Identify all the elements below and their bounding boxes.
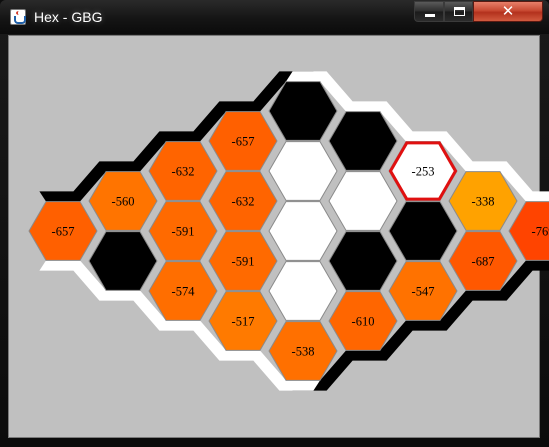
hex-cell-black-stone: [328, 231, 398, 291]
hex-cell-value: -769: [532, 225, 549, 239]
hex-cell-value: -538: [292, 345, 315, 359]
hex-cell-value: -574: [172, 285, 196, 299]
hex-cell-value: -560: [112, 195, 135, 209]
hex-cell-value: -547: [412, 285, 435, 299]
app-window: Hex - GBG ✕ -657 -560 -632 -657 -591 -632 -574…: [0, 0, 549, 447]
hex-cell-value: -338: [472, 195, 495, 209]
hex-cell-value: -632: [232, 195, 255, 209]
hex-cell-value: -591: [172, 225, 195, 239]
hex-cell-white-stone: [268, 201, 338, 261]
hex-cell-black-stone: [268, 81, 338, 141]
hex-cell-white-stone: [268, 261, 338, 321]
hex-cell-value: -657: [52, 225, 75, 239]
hex-cell-black-stone: [328, 111, 398, 171]
hex-cell-black-stone: [88, 231, 158, 291]
hex-cell-white-stone: [268, 141, 338, 201]
hex-cell-value: -687: [472, 255, 495, 269]
hex-cell-value: -610: [352, 315, 375, 329]
hex-cell-black-stone: [388, 201, 458, 261]
hex-cell-value: -657: [232, 135, 255, 149]
hex-cell-value: -517: [232, 315, 255, 329]
hex-cell-value: -253: [412, 165, 435, 179]
hex-cell-value: -632: [172, 165, 195, 179]
hex-cell-white-stone: [328, 171, 398, 231]
hex-board: -657 -560 -632 -657 -591 -632 -574 -591 -253 -517…: [28, 71, 549, 391]
hex-cell-value: -591: [232, 255, 255, 269]
